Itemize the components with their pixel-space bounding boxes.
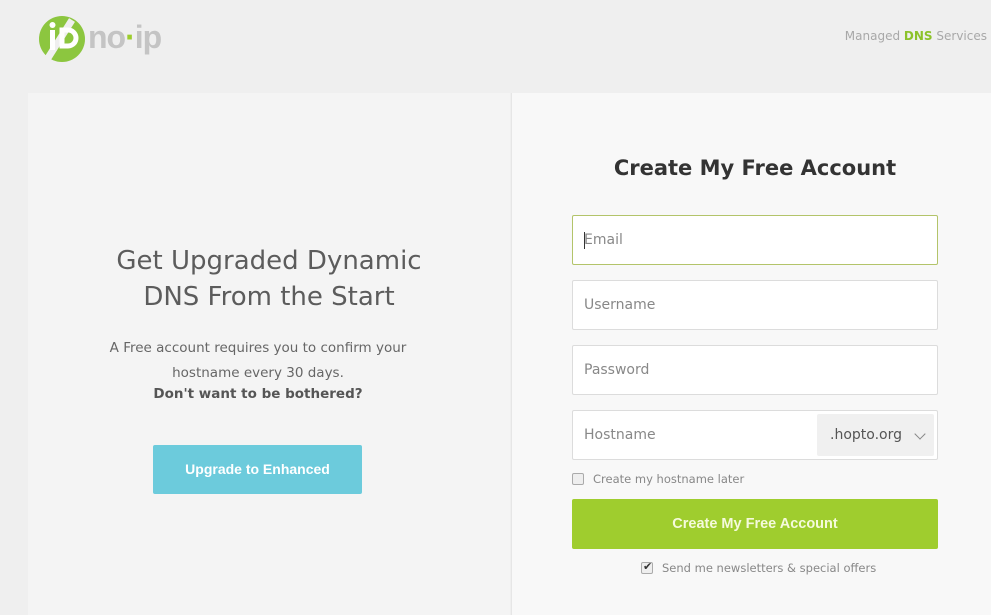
promo-title: Get Upgraded Dynamic DNS From the Start	[116, 246, 422, 312]
upgrade-promo-panel: Get Upgraded Dynamic DNS From the Start A…	[28, 93, 510, 615]
email-input[interactable]	[573, 216, 937, 264]
logo[interactable]: no·ip	[38, 14, 162, 64]
promo-question: Don't want to be bothered?	[153, 386, 363, 402]
username-field[interactable]	[572, 280, 938, 330]
hostname-later-option[interactable]: Create my hostname later	[572, 472, 744, 486]
noip-logo-icon	[39, 16, 85, 62]
hostname-later-label: Create my hostname later	[593, 472, 745, 486]
domain-select[interactable]: .hopto.org	[817, 414, 934, 456]
chevron-down-icon	[914, 428, 926, 440]
newsletter-label: Send me newsletters & special offers	[662, 561, 877, 575]
header: no·ip Managed DNS Services	[0, 0, 991, 93]
password-input[interactable]	[573, 346, 937, 394]
domain-select-value: .hopto.org	[830, 427, 902, 443]
promo-description: A Free account requires you to confirm y…	[109, 340, 407, 381]
newsletter-option[interactable]: Send me newsletters & special offers	[641, 560, 877, 575]
email-field[interactable]	[572, 215, 938, 265]
newsletter-checkbox[interactable]	[641, 560, 653, 574]
signup-form-panel: Create My Free Account .hopto.org Create…	[511, 93, 991, 615]
form-title: Create My Free Account	[613, 156, 897, 180]
hostname-later-checkbox[interactable]	[572, 473, 584, 485]
logo-wordmark: no·ip	[88, 18, 162, 55]
hostname-field[interactable]: .hopto.org	[572, 410, 938, 460]
username-input[interactable]	[573, 281, 937, 329]
hostname-input[interactable]	[573, 411, 817, 459]
upgrade-to-enhanced-button[interactable]: Upgrade to Enhanced	[153, 445, 362, 494]
text-cursor	[584, 232, 585, 249]
password-field[interactable]	[572, 345, 938, 395]
create-account-button[interactable]: Create My Free Account	[572, 499, 938, 549]
tagline: Managed DNS Services	[844, 29, 987, 43]
